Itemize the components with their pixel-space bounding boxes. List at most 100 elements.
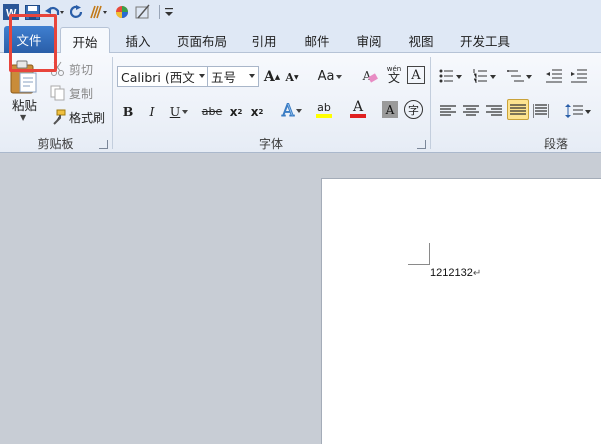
- bold-icon: B: [122, 104, 134, 119]
- character-shading-button[interactable]: A: [382, 101, 398, 118]
- document-page[interactable]: 1212132↵: [321, 178, 601, 444]
- line-spacing-icon: [565, 103, 591, 118]
- copy-icon: [50, 85, 66, 101]
- copy-label: 复制: [69, 86, 94, 101]
- font-color-button[interactable]: A: [345, 99, 371, 120]
- font-launcher-icon[interactable]: [417, 140, 426, 149]
- line-spacing-button[interactable]: [563, 100, 593, 121]
- decrease-indent-button[interactable]: [543, 65, 565, 86]
- document-text[interactable]: 1212132↵: [430, 267, 481, 279]
- clipboard-group-label: 剪贴板: [37, 137, 74, 151]
- strikethrough-button[interactable]: abe: [201, 101, 223, 122]
- highlight-button[interactable]: ab: [310, 99, 338, 120]
- tab-mailings[interactable]: 邮件: [293, 27, 341, 53]
- shrink-font-icon: A: [285, 71, 294, 84]
- character-border-icon: A: [411, 67, 421, 83]
- underline-button[interactable]: U: [168, 101, 190, 122]
- ribbon: 粘贴 ▼ 剪切 复制 格式刷 剪贴板 Calibri (西文 五号 A ▲ A ▼ …: [0, 53, 601, 153]
- paragraph-group-label: 段落: [543, 137, 568, 151]
- tab-home[interactable]: 开始: [60, 27, 110, 54]
- underline-icon: U: [169, 104, 181, 119]
- increase-indent-icon: [571, 69, 587, 82]
- font-group-label: 字体: [258, 137, 283, 151]
- align-left-button[interactable]: [437, 100, 459, 121]
- phonetic-char: 文: [387, 70, 400, 85]
- bullets-button[interactable]: [437, 65, 465, 86]
- draw-table-icon[interactable]: [134, 2, 152, 22]
- tab-page-layout[interactable]: 页面布局: [166, 27, 238, 53]
- italic-icon: I: [149, 104, 155, 119]
- increase-indent-button[interactable]: [568, 65, 590, 86]
- subscript-button[interactable]: x2: [228, 101, 244, 122]
- justify-icon: [510, 103, 526, 115]
- font-color-icon: A: [352, 99, 364, 115]
- qat-separator: [159, 5, 160, 19]
- document-text-content: 1212132: [430, 267, 473, 279]
- paintbrush-icon: [50, 109, 66, 125]
- format-painter-button[interactable]: 格式刷: [50, 107, 105, 127]
- cut-label: 剪切: [69, 62, 94, 77]
- superscript-icon: x: [250, 104, 259, 119]
- grow-font-icon: A: [263, 68, 275, 85]
- change-case-icon: Aa: [317, 69, 335, 84]
- copy-button[interactable]: 复制: [50, 83, 93, 103]
- clear-formatting-button[interactable]: A: [358, 65, 378, 86]
- change-case-button[interactable]: Aa: [317, 66, 343, 87]
- font-size-combo[interactable]: 五号: [207, 66, 259, 87]
- align-left-icon: [440, 104, 456, 116]
- quick-access-toolbar: W: [0, 0, 601, 24]
- tab-view[interactable]: 视图: [397, 27, 445, 53]
- distributed-button[interactable]: [530, 100, 552, 121]
- font-color-bar: [350, 114, 366, 118]
- multilevel-list-button[interactable]: [505, 65, 535, 86]
- italic-button[interactable]: I: [145, 101, 159, 122]
- shrink-font-button[interactable]: A ▼: [284, 67, 300, 88]
- grow-font-button[interactable]: A ▲: [263, 66, 281, 87]
- strikethrough-icon: abe: [201, 105, 223, 118]
- highlight-icon: ab: [317, 100, 331, 114]
- tab-insert[interactable]: 插入: [114, 27, 162, 53]
- format-painter-label: 格式刷: [69, 110, 106, 125]
- format-painter-qat-icon[interactable]: [88, 2, 110, 22]
- font-name-combo[interactable]: Calibri (西文: [117, 66, 209, 87]
- customize-qat-icon[interactable]: [164, 2, 174, 22]
- enclose-characters-button[interactable]: 字: [404, 100, 423, 119]
- clipboard-launcher-icon[interactable]: [99, 140, 108, 149]
- font-group: Calibri (西文 五号 A ▲ A ▼ Aa A wén 文 A B I U …: [113, 53, 429, 153]
- font-name-value: Calibri (西文: [121, 70, 195, 85]
- character-border-button[interactable]: A: [407, 66, 425, 84]
- subscript-icon: x: [229, 104, 238, 119]
- font-size-value: 五号: [211, 70, 237, 85]
- chevron-down-icon: [249, 74, 255, 78]
- margin-corner-mark: [408, 243, 430, 265]
- numbering-icon: [473, 68, 496, 83]
- tab-references[interactable]: 引用: [241, 27, 287, 53]
- bold-button[interactable]: B: [121, 101, 135, 122]
- phonetic-guide-button[interactable]: wén 文: [384, 63, 404, 84]
- ribbon-tabs: 文件 开始 插入 页面布局 引用 邮件 审阅 视图 开发工具: [0, 24, 601, 54]
- superscript-button[interactable]: x2: [249, 101, 265, 122]
- enclose-char-icon: 字: [408, 103, 419, 117]
- chevron-down-icon: [199, 74, 205, 78]
- paste-button[interactable]: 粘贴: [12, 95, 37, 114]
- justify-button[interactable]: [507, 99, 529, 120]
- redo-icon[interactable]: [69, 2, 85, 22]
- paragraph-mark: ↵: [472, 268, 482, 279]
- color-wheel-icon[interactable]: [113, 2, 131, 22]
- text-effects-button[interactable]: A: [279, 100, 305, 121]
- align-center-icon: [463, 104, 479, 116]
- paste-dropdown-arrow[interactable]: ▼: [20, 113, 26, 122]
- paragraph-group: 段落: [431, 53, 601, 153]
- bullets-icon: [439, 69, 462, 82]
- tab-developer[interactable]: 开发工具: [450, 27, 520, 53]
- align-center-button[interactable]: [460, 100, 482, 121]
- distributed-icon: [533, 103, 549, 118]
- decrease-indent-icon: [546, 69, 562, 82]
- file-tab-highlight-box: [9, 14, 57, 72]
- numbering-button[interactable]: [471, 65, 499, 86]
- tab-review[interactable]: 审阅: [345, 27, 393, 53]
- clear-format-icon: A: [363, 69, 378, 83]
- text-effects-icon: A: [281, 100, 295, 121]
- align-right-button[interactable]: [483, 100, 505, 121]
- document-canvas: 1212132↵: [0, 154, 601, 444]
